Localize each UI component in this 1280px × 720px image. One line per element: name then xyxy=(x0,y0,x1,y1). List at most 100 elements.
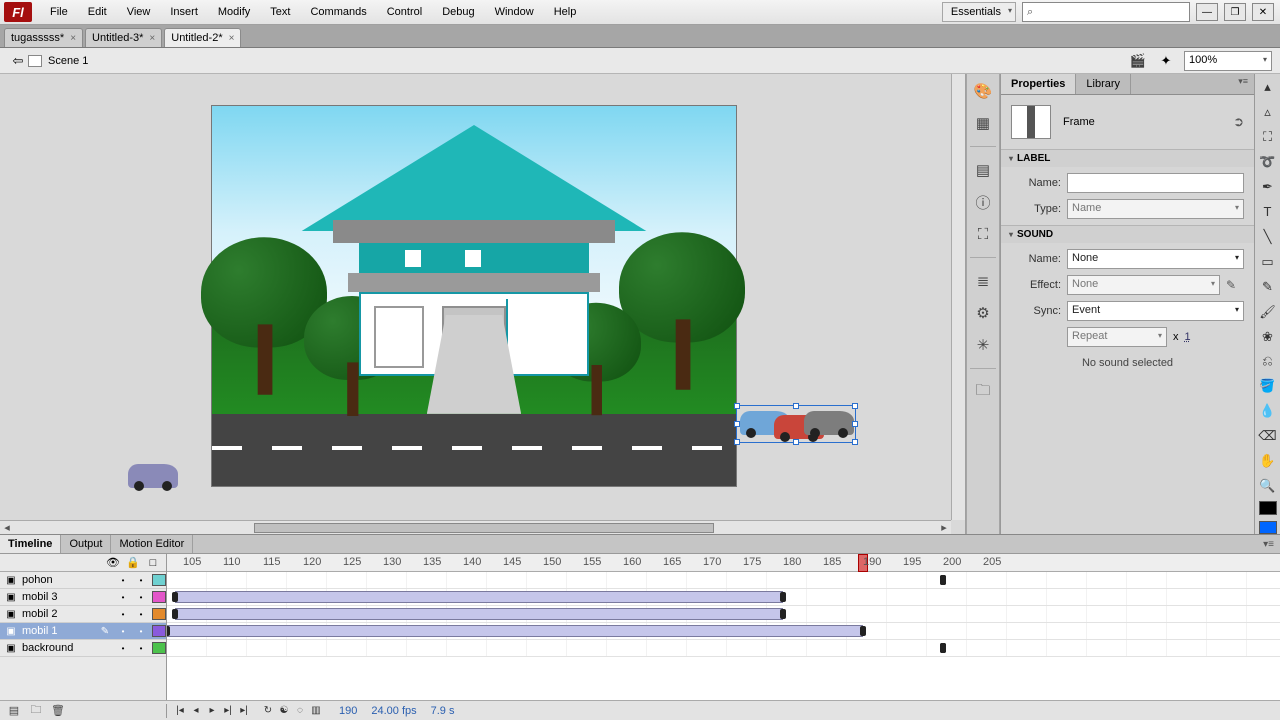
loop-icon[interactable]: ↻ xyxy=(261,704,275,718)
onion-skin-icon[interactable]: ☯ xyxy=(277,704,291,718)
new-layer-icon[interactable]: ▤ xyxy=(6,704,22,718)
hand-tool-icon[interactable]: ✋ xyxy=(1258,452,1278,471)
keyframe[interactable] xyxy=(780,592,786,602)
visibility-dot[interactable]: • xyxy=(116,576,130,585)
lasso-tool-icon[interactable]: ➰ xyxy=(1258,153,1278,172)
brush-tool-icon[interactable]: 🖌 xyxy=(1258,302,1278,321)
frame-row[interactable] xyxy=(167,606,1280,623)
eyedropper-tool-icon[interactable]: 💧 xyxy=(1258,402,1278,421)
sound-sync-dropdown[interactable]: Event xyxy=(1067,301,1244,321)
close-button[interactable]: ✕ xyxy=(1252,3,1274,21)
scroll-right-icon[interactable]: ▸ xyxy=(937,521,951,535)
close-tab-icon[interactable]: × xyxy=(70,33,76,44)
document-tab[interactable]: tugasssss*× xyxy=(4,28,83,47)
tab-timeline[interactable]: Timeline xyxy=(0,535,61,553)
menu-modify[interactable]: Modify xyxy=(208,2,260,22)
menu-debug[interactable]: Debug xyxy=(432,2,484,22)
outline-color-swatch[interactable] xyxy=(152,642,166,654)
swatches-panel-icon[interactable]: ▦ xyxy=(972,112,994,134)
keyframe[interactable] xyxy=(940,575,946,585)
outline-icon[interactable]: □ xyxy=(146,557,160,569)
tween-span[interactable] xyxy=(175,608,783,620)
play-icon[interactable]: ▸ xyxy=(205,704,219,718)
sound-repeat-dropdown[interactable]: Repeat xyxy=(1067,327,1167,347)
visibility-dot[interactable]: • xyxy=(116,610,130,619)
outline-color-swatch[interactable] xyxy=(152,625,166,637)
frame-row[interactable] xyxy=(167,572,1280,589)
label-type-dropdown[interactable]: Name xyxy=(1067,199,1244,219)
lock-dot[interactable]: • xyxy=(134,593,148,602)
menu-view[interactable]: View xyxy=(117,2,161,22)
rectangle-tool-icon[interactable]: ▭ xyxy=(1258,252,1278,271)
pencil-tool-icon[interactable]: ✎ xyxy=(1258,277,1278,296)
tween-span[interactable] xyxy=(175,591,783,603)
tab-motion-editor[interactable]: Motion Editor xyxy=(111,535,193,553)
new-folder-icon[interactable]: 🗀 xyxy=(28,704,44,718)
keyframe[interactable] xyxy=(860,626,866,636)
paint-bucket-tool-icon[interactable]: 🪣 xyxy=(1258,377,1278,396)
lock-dot[interactable]: • xyxy=(134,576,148,585)
layer-row[interactable]: ▣ pohon • • xyxy=(0,572,166,589)
free-transform-tool-icon[interactable]: ⛶ xyxy=(1258,128,1278,147)
edit-effect-icon[interactable]: ✎ xyxy=(1226,278,1244,292)
align-panel-icon[interactable]: ▤ xyxy=(972,159,994,181)
project-panel-icon[interactable]: 🗀 xyxy=(972,381,994,403)
help-search-input[interactable]: ⌕ xyxy=(1022,2,1190,22)
outline-color-swatch[interactable] xyxy=(152,608,166,620)
sound-effect-dropdown[interactable]: None xyxy=(1067,275,1220,295)
close-tab-icon[interactable]: × xyxy=(229,33,235,44)
tween-span[interactable] xyxy=(167,625,863,637)
visibility-dot[interactable]: • xyxy=(116,644,130,653)
visibility-dot[interactable]: • xyxy=(116,593,130,602)
keyframe[interactable] xyxy=(780,609,786,619)
deco-tool-icon[interactable]: ❀ xyxy=(1258,327,1278,346)
frames-area[interactable]: 1051101151201251301351401451501551601651… xyxy=(167,554,1280,700)
fill-color-swatch[interactable] xyxy=(1259,521,1277,534)
lock-icon[interactable]: 🔒 xyxy=(126,556,140,569)
frame-ruler[interactable]: 1051101151201251301351401451501551601651… xyxy=(167,554,1280,572)
menu-control[interactable]: Control xyxy=(377,2,432,22)
edit-scene-icon[interactable]: 🎬 xyxy=(1128,52,1148,70)
scroll-left-icon[interactable]: ◂ xyxy=(0,521,14,535)
close-tab-icon[interactable]: × xyxy=(149,33,155,44)
label-name-input[interactable] xyxy=(1067,173,1244,193)
frame-row[interactable] xyxy=(167,589,1280,606)
lock-dot[interactable]: • xyxy=(134,644,148,653)
edit-multiple-icon[interactable]: ▥ xyxy=(309,704,323,718)
document-tab[interactable]: Untitled-3*× xyxy=(85,28,162,47)
selected-car-group[interactable] xyxy=(740,409,852,439)
bone-tool-icon[interactable]: ⎌ xyxy=(1258,352,1278,371)
frame-row[interactable] xyxy=(167,623,1280,640)
subselection-tool-icon[interactable]: ▵ xyxy=(1258,103,1278,122)
tab-library[interactable]: Library xyxy=(1076,74,1131,94)
help-circle-icon[interactable]: ➲ xyxy=(1233,114,1244,130)
outline-color-swatch[interactable] xyxy=(152,574,166,586)
goto-first-icon[interactable]: |◂ xyxy=(173,704,187,718)
back-arrow-icon[interactable]: ⇦ xyxy=(8,52,28,70)
menu-insert[interactable]: Insert xyxy=(160,2,208,22)
car-symbol[interactable] xyxy=(128,464,178,488)
menu-edit[interactable]: Edit xyxy=(78,2,117,22)
frame-row[interactable] xyxy=(167,640,1280,657)
code-snippets-icon[interactable]: ≣ xyxy=(972,270,994,292)
tab-properties[interactable]: Properties xyxy=(1001,74,1076,94)
timeline-options-icon[interactable]: ▾≡ xyxy=(1257,537,1280,552)
stroke-color-swatch[interactable] xyxy=(1259,501,1277,514)
visibility-dot[interactable]: • xyxy=(116,627,130,636)
panel-menu-icon[interactable]: ▾≡ xyxy=(1232,74,1254,94)
onion-outline-icon[interactable]: ◌ xyxy=(293,704,307,718)
vertical-scrollbar[interactable] xyxy=(951,74,965,520)
section-sound[interactable]: SOUND xyxy=(1001,226,1254,243)
layer-row[interactable]: ▣ mobil 1 ✎ • • xyxy=(0,623,166,640)
motion-presets-icon[interactable]: ✳ xyxy=(972,334,994,356)
keyframe[interactable] xyxy=(940,643,946,653)
scroll-thumb[interactable] xyxy=(254,523,714,533)
stage-canvas[interactable] xyxy=(212,106,736,486)
step-fwd-icon[interactable]: ▸| xyxy=(221,704,235,718)
pen-tool-icon[interactable]: ✒ xyxy=(1258,178,1278,197)
components-panel-icon[interactable]: ⚙ xyxy=(972,302,994,324)
menu-commands[interactable]: Commands xyxy=(300,2,376,22)
lock-dot[interactable]: • xyxy=(134,610,148,619)
menu-text[interactable]: Text xyxy=(260,2,300,22)
eraser-tool-icon[interactable]: ⌫ xyxy=(1258,427,1278,446)
